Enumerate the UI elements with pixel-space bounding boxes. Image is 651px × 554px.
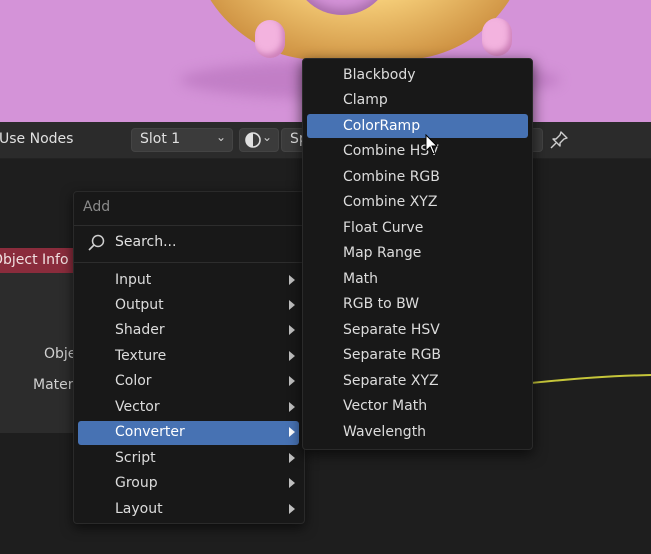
menu-item-label: Separate HSV	[343, 322, 440, 338]
submenu-arrow-icon	[289, 351, 295, 361]
menu-item-label: Group	[115, 475, 158, 491]
menu-item-group[interactable]: Group	[78, 472, 299, 496]
menu-item-clamp[interactable]: Clamp	[307, 88, 528, 112]
menu-item-output[interactable]: Output	[78, 294, 299, 318]
search-label: Search...	[115, 234, 177, 250]
menu-item-shader[interactable]: Shader	[78, 319, 299, 343]
converter-submenu: Blackbody Clamp ColorRamp Combine HSV Co…	[302, 58, 533, 450]
submenu-arrow-icon	[289, 402, 295, 412]
add-menu: Add Search... Input Output Shader Textur…	[73, 191, 305, 524]
submenu-arrow-icon	[289, 427, 295, 437]
menu-item-layout[interactable]: Layout	[78, 498, 299, 522]
menu-item-combine-rgb[interactable]: Combine RGB	[307, 165, 528, 189]
search-icon	[88, 234, 105, 251]
menu-item-colorramp[interactable]: ColorRamp	[307, 114, 528, 138]
menu-item-label: Vector Math	[343, 398, 428, 414]
menu-item-separate-rgb[interactable]: Separate RGB	[307, 343, 528, 367]
menu-item-label: Wavelength	[343, 424, 427, 440]
menu-item-color[interactable]: Color	[78, 370, 299, 394]
menu-item-label: RGB to BW	[343, 296, 420, 312]
submenu-arrow-icon	[289, 376, 295, 386]
menu-item-label: Color	[115, 373, 152, 389]
submenu-arrow-icon	[289, 300, 295, 310]
mouse-cursor-icon	[425, 134, 439, 155]
add-menu-title: Add	[83, 199, 111, 215]
menu-item-script[interactable]: Script	[78, 447, 299, 471]
menu-item-label: Combine RGB	[343, 169, 440, 185]
submenu-arrow-icon	[289, 504, 295, 514]
menu-divider	[74, 262, 304, 263]
menu-item-label: Input	[115, 272, 152, 288]
submenu-arrow-icon	[289, 325, 295, 335]
menu-item-vector-math[interactable]: Vector Math	[307, 394, 528, 418]
object-info-node[interactable]	[0, 248, 80, 433]
add-menu-search[interactable]: Search...	[78, 230, 300, 256]
menu-item-label: Map Range	[343, 245, 422, 261]
menu-item-math[interactable]: Math	[307, 267, 528, 291]
submenu-arrow-icon	[289, 453, 295, 463]
menu-item-float-curve[interactable]: Float Curve	[307, 216, 528, 240]
menu-item-label: Float Curve	[343, 220, 424, 236]
node-title: Object Info	[0, 252, 69, 268]
menu-item-label: Converter	[115, 424, 185, 440]
menu-item-label: Layout	[115, 501, 163, 517]
menu-item-label: ColorRamp	[343, 118, 421, 134]
menu-item-blackbody[interactable]: Blackbody	[307, 63, 528, 87]
menu-item-combine-hsv[interactable]: Combine HSV	[307, 139, 528, 163]
menu-item-label: Combine XYZ	[343, 194, 438, 210]
menu-item-label: Vector	[115, 399, 160, 415]
menu-item-label: Output	[115, 297, 164, 313]
menu-divider	[74, 225, 304, 226]
menu-item-rgb-to-bw[interactable]: RGB to BW	[307, 292, 528, 316]
menu-item-label: Shader	[115, 322, 165, 338]
menu-item-separate-hsv[interactable]: Separate HSV	[307, 318, 528, 342]
menu-item-converter[interactable]: Converter	[78, 421, 299, 445]
menu-item-input[interactable]: Input	[78, 269, 299, 293]
menu-item-map-range[interactable]: Map Range	[307, 241, 528, 265]
menu-item-label: Script	[115, 450, 156, 466]
menu-item-separate-xyz[interactable]: Separate XYZ	[307, 369, 528, 393]
object-info-node-header[interactable]: Object Info	[0, 248, 80, 273]
menu-item-label: Blackbody	[343, 67, 416, 83]
menu-item-label: Separate XYZ	[343, 373, 439, 389]
menu-item-label: Separate RGB	[343, 347, 442, 363]
menu-item-combine-xyz[interactable]: Combine XYZ	[307, 190, 528, 214]
menu-item-label: Math	[343, 271, 379, 287]
menu-item-wavelength[interactable]: Wavelength	[307, 420, 528, 444]
menu-item-label: Clamp	[343, 92, 388, 108]
submenu-arrow-icon	[289, 478, 295, 488]
submenu-arrow-icon	[289, 275, 295, 285]
menu-item-vector[interactable]: Vector	[78, 396, 299, 420]
menu-item-texture[interactable]: Texture	[78, 345, 299, 369]
menu-item-label: Texture	[115, 348, 167, 364]
